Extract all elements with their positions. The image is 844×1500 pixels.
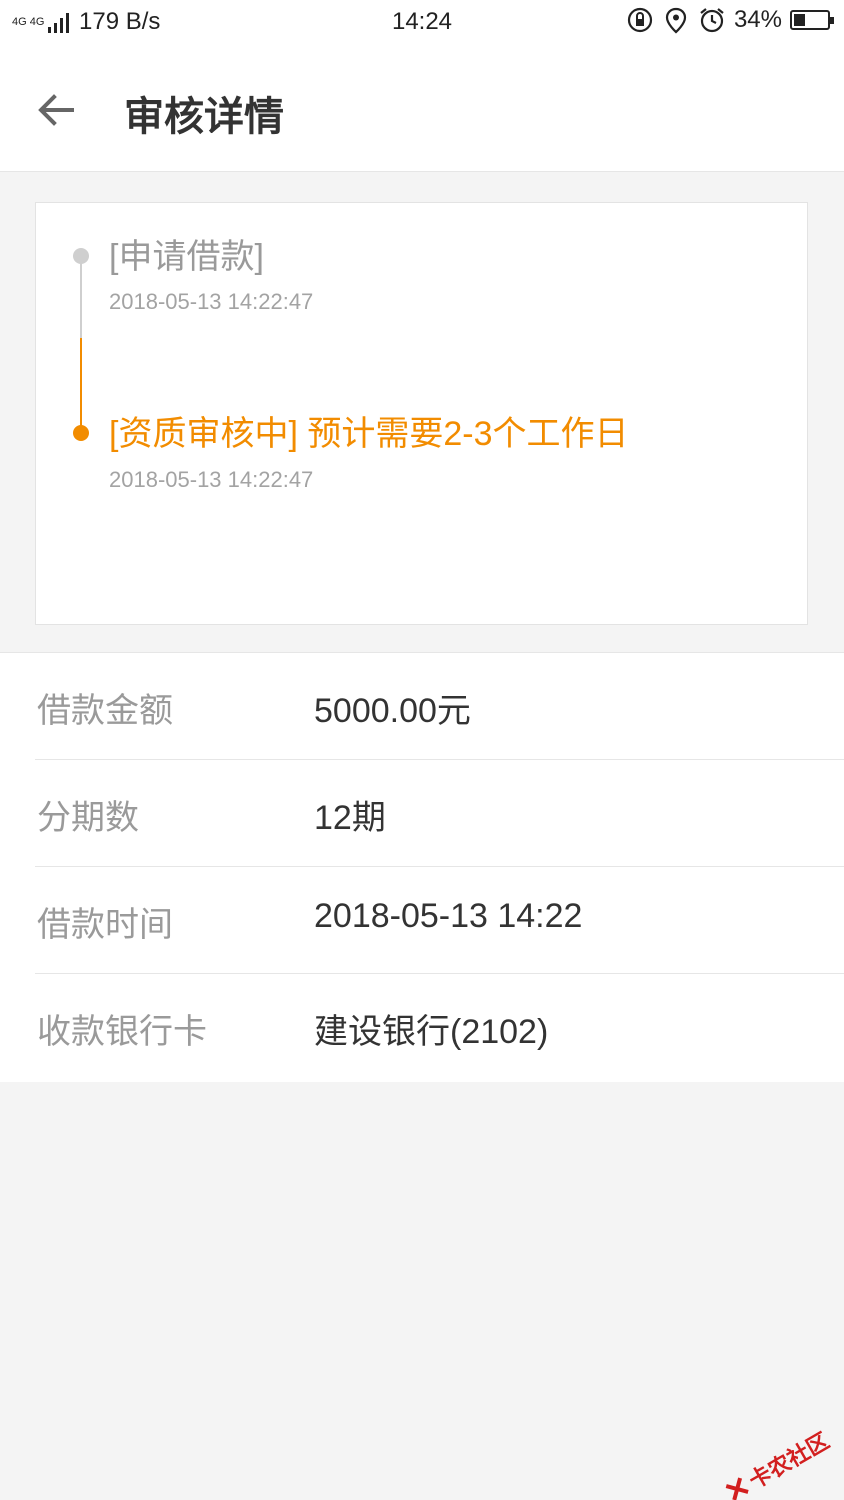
timeline-step-time: 2018-05-13 14:22:47 [109, 289, 314, 314]
location-icon [665, 7, 687, 34]
detail-row-amount: 借款金额 5000.00元 [0, 653, 844, 760]
detail-row-installments: 分期数 12期 [0, 760, 844, 867]
alarm-icon [700, 8, 724, 33]
loan-details-list: 借款金额 5000.00元 分期数 12期 借款时间 2018-05-13 14… [0, 652, 844, 1082]
timeline-step-title: [申请借款] [109, 238, 264, 276]
status-right: 34% [626, 6, 834, 34]
detail-row-loan-time: 借款时间 2018-05-13 14:22 [0, 867, 844, 974]
page-title: 审核详情 [124, 95, 284, 139]
detail-row-bank-card: 收款银行卡 建设银行(2102) [0, 974, 844, 1081]
arrow-left-icon[interactable] [32, 86, 80, 134]
review-timeline-card: [申请借款] 2018-05-13 14:22:47 [资质审核中] 预计需要2… [35, 202, 808, 625]
status-bar: 4G 4G 179 B/s 14:24 34% [0, 0, 844, 44]
detail-value: 5000.00元 [314, 692, 471, 730]
watermark-text: 卡农社区 [744, 1427, 834, 1494]
timeline-step-title: [资质审核中] 预计需要2-3个工作日 [109, 415, 629, 453]
detail-value: 2018-05-13 14:22 [314, 897, 583, 935]
detail-label: 借款时间 [37, 906, 173, 944]
app-header: 审核详情 [0, 44, 844, 172]
detail-label: 分期数 [37, 799, 139, 837]
battery-icon [790, 10, 834, 30]
timeline-line-current [80, 338, 82, 433]
battery-level [794, 14, 805, 26]
detail-label: 借款金额 [37, 692, 173, 730]
timeline-line-done [80, 258, 82, 338]
detail-value: 建设银行(2102) [314, 1013, 549, 1051]
detail-label: 收款银行卡 [37, 1013, 207, 1051]
rotation-lock-icon [627, 7, 653, 33]
watermark: 卡农社区 [720, 1424, 835, 1500]
battery-percent: 34% [733, 6, 782, 33]
timeline-dot-current [73, 425, 89, 441]
timeline-dot-done [73, 248, 89, 264]
detail-value: 12期 [314, 799, 386, 837]
timeline-step-time: 2018-05-13 14:22:47 [109, 467, 314, 492]
